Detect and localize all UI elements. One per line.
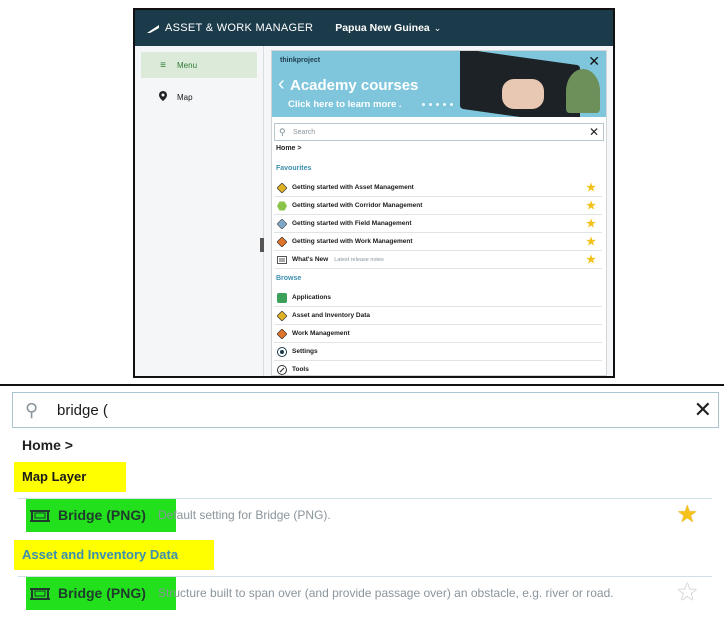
search-value[interactable]: bridge ( (57, 402, 694, 419)
close-icon[interactable]: ✕ (588, 53, 600, 70)
asset-diamond-icon (276, 182, 288, 193)
list-item[interactable]: Getting started with Asset Management ★ (274, 179, 602, 197)
search-icon: ⚲ (25, 399, 39, 420)
hand-image (502, 79, 544, 109)
field-diamond-icon (276, 218, 288, 229)
star-icon[interactable]: ★ (586, 253, 596, 266)
banner-pagination[interactable] (422, 103, 453, 106)
banner-brand: thinkproject (280, 57, 321, 64)
corridor-hex-icon (276, 201, 288, 211)
breadcrumb[interactable]: Home > (22, 437, 73, 453)
result-row[interactable]: Bridge (PNG) Default setting for Bridge … (18, 498, 712, 533)
star-icon[interactable]: ★ (586, 235, 596, 248)
list-item[interactable]: Asset and Inventory Data (274, 307, 602, 325)
app-window: ASSET & WORK MANAGER Papua New Guinea ⌄ … (133, 8, 615, 378)
result-description: Structure built to span over (and provid… (158, 586, 614, 600)
banner-subtitle[interactable]: Click here to learn more . (288, 99, 402, 110)
app-logo-icon (147, 24, 159, 33)
result-label: Bridge (PNG) (58, 585, 146, 601)
list-item[interactable]: What's New Latest release notes ★ (274, 251, 602, 269)
search-placeholder: Search (293, 128, 316, 136)
bridge-icon (30, 508, 50, 522)
banner-prev-icon[interactable]: ‹ (278, 73, 285, 96)
list-item-label: Asset and Inventory Data (292, 312, 371, 319)
list-item[interactable]: Settings (274, 343, 602, 361)
menu-panel: thinkproject ‹ Academy courses Click her… (271, 50, 607, 376)
applications-icon (276, 292, 288, 303)
search-input[interactable]: ⚲ bridge ( ✕ (12, 392, 719, 428)
star-icon[interactable]: ★ (586, 217, 596, 230)
sidebar-item-menu[interactable]: ≡ Menu (141, 52, 257, 78)
list-item[interactable]: Getting started with Field Management ★ (274, 215, 602, 233)
top-bar: ASSET & WORK MANAGER Papua New Guinea ⌄ (135, 10, 613, 46)
search-input[interactable]: ⚲ Search ✕ (274, 123, 604, 141)
sidebar-item-label: Menu (177, 60, 198, 70)
list-item-label: Getting started with Work Management (292, 238, 413, 245)
list-item-label: Getting started with Corridor Management (292, 202, 423, 209)
work-diamond-icon (276, 236, 288, 247)
list-item-note: Latest release notes (334, 256, 384, 263)
section-heading: Map Layer (22, 469, 87, 484)
news-icon (276, 255, 288, 265)
asset-diamond-icon (276, 310, 288, 321)
list-item[interactable]: Getting started with Work Management ★ (274, 233, 602, 251)
hamburger-icon: ≡ (160, 59, 166, 71)
chevron-down-icon[interactable]: ⌄ (434, 23, 442, 34)
academy-banner[interactable]: thinkproject ‹ Academy courses Click her… (272, 51, 606, 117)
list-item-label: Work Management (292, 330, 350, 337)
list-item[interactable]: Tools (274, 361, 602, 376)
star-outline-icon[interactable]: ★ (676, 578, 698, 607)
result-row[interactable]: Bridge (PNG) Structure built to span ove… (18, 576, 712, 611)
work-diamond-icon (276, 328, 288, 339)
list-item[interactable]: Getting started with Corridor Management… (274, 197, 602, 215)
star-icon[interactable]: ★ (676, 500, 698, 529)
list-item-label: Applications (292, 294, 332, 301)
list-item-label: What's New (292, 256, 329, 263)
clear-icon[interactable]: ✕ (589, 125, 599, 139)
browse-heading: Browse (276, 275, 302, 282)
banner-title: Academy courses (290, 77, 419, 94)
result-label: Bridge (PNG) (58, 507, 146, 523)
list-item-label: Settings (292, 348, 318, 355)
app-name: ASSET & WORK MANAGER (165, 22, 314, 34)
sidebar: ≡ Menu Map (135, 46, 264, 376)
section-heading: Asset and Inventory Data (22, 547, 179, 562)
list-item[interactable]: Applications (274, 289, 602, 307)
star-icon[interactable]: ★ (586, 181, 596, 194)
star-icon[interactable]: ★ (586, 199, 596, 212)
result-description: Default setting for Bridge (PNG). (158, 508, 331, 522)
search-icon: ⚲ (279, 126, 286, 137)
tools-icon (276, 364, 288, 375)
favourites-heading: Favourites (276, 165, 312, 172)
clear-icon[interactable]: ✕ (694, 397, 712, 423)
map-pin-icon (157, 90, 169, 104)
plant-image (566, 69, 600, 113)
sidebar-item-label: Map (177, 92, 193, 102)
search-results-screen: ⚲ bridge ( ✕ Home > Map Layer Bridge (PN… (0, 384, 724, 617)
bridge-icon (30, 586, 50, 600)
list-item[interactable]: Work Management (274, 325, 602, 343)
resize-handle[interactable] (260, 238, 264, 252)
list-item-label: Tools (292, 366, 309, 373)
gear-icon (276, 346, 288, 357)
list-item-label: Getting started with Field Management (292, 220, 412, 227)
breadcrumb[interactable]: Home > (276, 145, 301, 152)
list-item-label: Getting started with Asset Management (292, 184, 414, 191)
country-selector[interactable]: Papua New Guinea (335, 22, 430, 34)
sidebar-item-map[interactable]: Map (141, 84, 257, 110)
